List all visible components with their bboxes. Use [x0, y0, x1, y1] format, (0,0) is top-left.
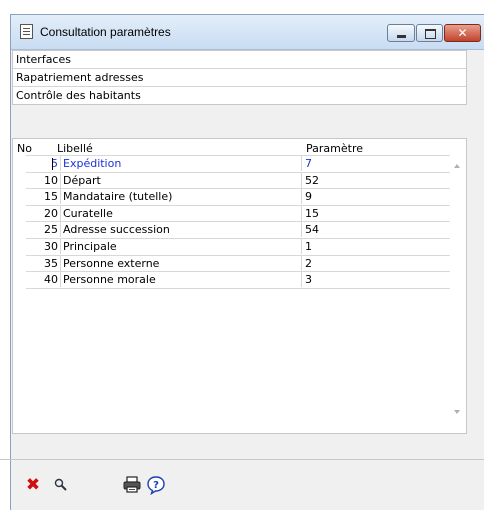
cell-no[interactable]: 15	[26, 189, 58, 204]
cell-label[interactable]: Personne morale	[60, 272, 303, 288]
cell-label[interactable]: Départ	[60, 172, 303, 188]
toolbar-divider	[0, 459, 484, 460]
vertical-scrollbar[interactable]	[450, 155, 466, 417]
cell-label[interactable]: Expédition	[60, 156, 303, 171]
close-button[interactable]: ✕	[444, 24, 481, 42]
cell-param[interactable]: 54	[301, 222, 455, 238]
maximize-button[interactable]	[416, 24, 443, 42]
delete-button[interactable]: ✖	[22, 474, 44, 496]
menu-item-controle[interactable]: Contrôle des habitants	[13, 87, 466, 104]
cell-no[interactable]: 30	[26, 239, 58, 254]
cell-param[interactable]: 52	[301, 172, 455, 188]
cell-label[interactable]: Mandataire (tutelle)	[60, 189, 303, 205]
cell-label[interactable]: Adresse succession	[60, 222, 303, 238]
cell-label[interactable]: Principale	[60, 238, 303, 254]
help-button[interactable]: ?	[145, 474, 167, 496]
table-row[interactable]: 5 Expédition 7	[26, 155, 450, 173]
title-bar[interactable]: Consultation paramètres ✕	[11, 15, 484, 50]
cell-param[interactable]: 15	[301, 205, 455, 221]
text-cursor	[52, 158, 53, 170]
table-row[interactable]: 35 Personne externe 2	[26, 255, 450, 273]
search-button[interactable]	[50, 474, 72, 496]
cell-no[interactable]: 5	[26, 156, 58, 171]
column-header-param[interactable]: Paramètre	[306, 142, 363, 155]
cell-param[interactable]: 1	[301, 238, 455, 254]
menu-item-rapatriement[interactable]: Rapatriement adresses	[13, 69, 466, 87]
cell-no[interactable]: 25	[26, 222, 58, 237]
table-row[interactable]: 10 Départ 52	[26, 172, 450, 190]
minimize-button[interactable]	[387, 24, 415, 42]
menu-item-interfaces[interactable]: Interfaces	[13, 51, 466, 69]
scroll-down-icon[interactable]	[454, 410, 460, 414]
printer-icon	[123, 476, 141, 493]
scroll-up-icon[interactable]	[454, 164, 460, 168]
cell-no[interactable]: 40	[26, 272, 58, 287]
search-icon	[54, 478, 67, 491]
section-list: Interfaces Rapatriement adresses Contrôl…	[12, 50, 467, 105]
print-button[interactable]	[121, 474, 143, 496]
cell-param[interactable]: 9	[301, 189, 455, 205]
cell-param[interactable]: 2	[301, 255, 455, 271]
window-title: Consultation paramètres	[40, 25, 171, 39]
app-icon	[20, 24, 33, 39]
cell-label[interactable]: Personne externe	[60, 255, 303, 271]
parameters-grid: No Libellé Paramètre 5 Expédition 7 10 D…	[12, 138, 467, 434]
cell-no[interactable]: 10	[26, 173, 58, 188]
grid-rows: 5 Expédition 7 10 Départ 52 15 Mandatair…	[26, 155, 450, 289]
table-row[interactable]: 20 Curatelle 15	[26, 205, 450, 223]
column-header-no[interactable]: No	[17, 142, 32, 155]
close-icon: ✕	[457, 26, 468, 40]
svg-text:?: ?	[153, 480, 159, 491]
table-row[interactable]: 25 Adresse succession 54	[26, 222, 450, 239]
help-icon: ?	[147, 476, 165, 495]
cell-param[interactable]: 3	[301, 272, 455, 288]
cell-no[interactable]: 20	[26, 206, 58, 221]
cell-label[interactable]: Curatelle	[60, 205, 303, 221]
cell-no[interactable]: 35	[26, 256, 58, 271]
cell-param[interactable]: 7	[301, 156, 455, 171]
table-row[interactable]: 40 Personne morale 3	[26, 272, 450, 289]
column-header-label[interactable]: Libellé	[57, 142, 93, 155]
table-row[interactable]: 30 Principale 1	[26, 238, 450, 256]
table-row[interactable]: 15 Mandataire (tutelle) 9	[26, 189, 450, 206]
delete-icon: ✖	[25, 475, 41, 495]
